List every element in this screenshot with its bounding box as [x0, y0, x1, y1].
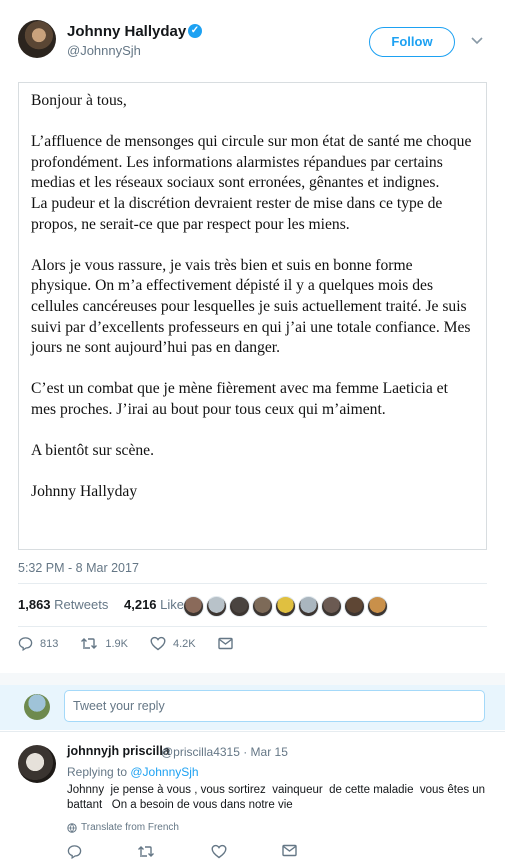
author-name[interactable]: Johnny Hallyday — [67, 23, 186, 40]
heart-icon — [150, 636, 166, 651]
chevron-down-icon[interactable] — [470, 33, 484, 47]
translate-label: Translate from French — [81, 822, 179, 833]
divider — [18, 626, 487, 627]
liker-avatars — [183, 596, 388, 617]
letter-paragraph: Alors je vous rassure, je vais très bien… — [31, 256, 471, 357]
liker-avatar[interactable] — [321, 596, 342, 617]
liker-avatar[interactable] — [206, 596, 227, 617]
tweet-stats: 1,863 Retweets 4,216 Likes — [18, 597, 203, 612]
like-count: 4.2K — [173, 637, 196, 650]
reply-icon[interactable] — [67, 844, 82, 859]
reply-input[interactable]: Tweet your reply — [64, 690, 485, 722]
likes-count: 4,216 — [124, 597, 157, 612]
envelope-icon[interactable] — [282, 844, 297, 857]
reply-author-handle-date[interactable]: @priscilla4315 · Mar 15 — [161, 745, 288, 759]
replying-to: Replying to @JohnnySjh — [67, 765, 199, 779]
replying-to-link[interactable]: @JohnnySjh — [130, 765, 198, 779]
letter-greeting: Bonjour à tous, — [31, 92, 127, 109]
letter-image[interactable]: Bonjour à tous, L’affluence de mensonges… — [18, 82, 487, 550]
retweet-count: 1.9K — [105, 637, 128, 650]
verified-badge-icon: ✓ — [188, 24, 202, 38]
replying-prefix: Replying to — [67, 765, 131, 779]
reply-button[interactable]: 813 — [18, 636, 58, 651]
letter-paragraph: La pudeur et la discrétion devraient res… — [31, 194, 443, 233]
follow-button[interactable]: Follow — [369, 27, 455, 57]
translate-link[interactable]: Translate from French — [67, 822, 179, 833]
like-button[interactable]: 4.2K — [150, 636, 196, 651]
tweet-actions: 813 1.9K 4.2K — [18, 636, 262, 651]
letter-paragraph: C’est un combat que je mène fièrement av… — [31, 380, 448, 418]
retweets-label: Retweets — [54, 597, 109, 612]
liker-avatar[interactable] — [275, 596, 296, 617]
reply-tweet-actions — [67, 844, 297, 859]
retweets-stat[interactable]: 1,863 Retweets — [18, 597, 114, 612]
envelope-icon — [217, 637, 233, 650]
globe-icon — [67, 822, 77, 833]
liker-avatar[interactable] — [367, 596, 388, 617]
tweet-timestamp[interactable]: 5:32 PM - 8 Mar 2017 — [18, 561, 139, 575]
reply-author-avatar[interactable] — [18, 745, 56, 783]
retweet-icon[interactable] — [137, 844, 155, 859]
liker-avatar[interactable] — [298, 596, 319, 617]
liker-avatar[interactable] — [344, 596, 365, 617]
letter-paragraph: L’affluence de mensonges qui circule sur… — [31, 133, 472, 192]
reply-author-name[interactable]: johnnyjh priscilla — [67, 744, 170, 758]
current-user-avatar — [24, 694, 50, 720]
retweets-count: 1,863 — [18, 597, 51, 612]
liker-avatar[interactable] — [183, 596, 204, 617]
tweet-header: Johnny Hallyday ✓ @JohnnySjh Follow — [0, 0, 505, 80]
retweet-icon — [81, 638, 98, 649]
author-handle[interactable]: @JohnnySjh — [67, 43, 141, 58]
retweet-button[interactable]: 1.9K — [80, 636, 128, 651]
heart-icon[interactable] — [211, 844, 227, 859]
liker-avatar[interactable] — [252, 596, 273, 617]
letter-closing: A bientôt sur scène. — [31, 442, 154, 460]
divider — [18, 583, 487, 584]
section-separator — [0, 673, 505, 685]
reply-count: 813 — [40, 637, 59, 650]
reply-icon — [18, 637, 33, 651]
letter-signature: Johnny Hallyday — [31, 483, 138, 501]
reply-text: Johnny je pense à vous , vous sortirez v… — [67, 784, 489, 811]
author-avatar[interactable] — [18, 20, 56, 58]
liker-avatar[interactable] — [229, 596, 250, 617]
direct-message-button[interactable] — [217, 637, 240, 650]
